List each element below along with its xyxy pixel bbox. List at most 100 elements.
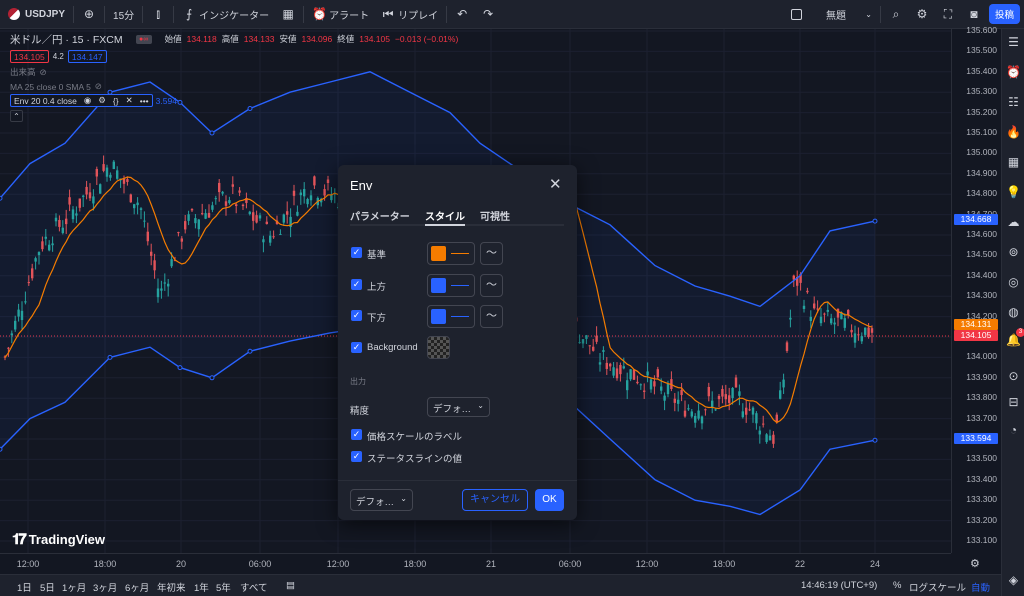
upper-color-swatch[interactable] [427, 274, 475, 297]
help-icon[interactable]: ⊙ [1006, 369, 1021, 384]
replay-button[interactable]: ⏮ リプレイ [375, 0, 444, 29]
replay-label: リプレイ [398, 10, 439, 22]
price-tick-label: 134.500 [966, 249, 997, 260]
compare-button[interactable]: ⊕ [76, 0, 102, 29]
upper-line-style-button[interactable]: 〜 [480, 274, 503, 297]
divider [104, 5, 106, 23]
range-button[interactable]: 1ヶ月 [62, 580, 86, 594]
log-scale-toggle[interactable]: ログスケール [909, 580, 966, 594]
close-icon[interactable]: ✕ [549, 175, 562, 193]
ma-row[interactable]: MA 25 close 0 SMA 5 ⊘ [10, 81, 458, 92]
source-code-icon[interactable]: {} [113, 96, 119, 106]
cancel-button[interactable]: キャンセル [462, 489, 528, 511]
lower-line-style-button[interactable]: 〜 [480, 305, 503, 328]
calendar-icon[interactable]: ▦ [1006, 155, 1021, 170]
range-button[interactable]: すべて [240, 580, 267, 594]
volume-row[interactable]: 出来高 ⊘ [10, 66, 458, 78]
base-color-swatch[interactable] [427, 242, 475, 265]
collapse-legend-button[interactable]: ⌃ [10, 110, 23, 122]
price-scale[interactable]: 135.600 135.500 135.400 135.300 135.200 135.1… [951, 25, 1001, 553]
streams-icon[interactable]: ◎ [1006, 275, 1021, 290]
dialog-title: Env [350, 178, 373, 193]
layers-icon[interactable]: ◈ [1006, 573, 1021, 588]
price-tick-label: 135.300 [966, 86, 997, 97]
band-point [0, 446, 3, 452]
undo-button[interactable]: ↶ [449, 0, 475, 29]
chats-icon[interactable]: ☁ [1006, 215, 1021, 230]
templates-button[interactable]: ▦ [275, 0, 301, 29]
settings-icon[interactable]: ⚙ [98, 95, 106, 106]
price-tick-label: 133.400 [966, 473, 997, 484]
ideas-icon[interactable]: 💡 [1006, 185, 1021, 200]
ok-button[interactable]: OK [535, 489, 564, 511]
price-tick-label: 134.800 [966, 188, 997, 199]
range-button[interactable]: 3ヶ月 [93, 580, 117, 594]
date-range-icon[interactable]: ▤ [286, 580, 295, 591]
bid-button[interactable]: 134.105 [10, 50, 49, 63]
alert-button[interactable]: ⏰ アラート [306, 0, 375, 29]
checkbox-upper[interactable]: ✓ [351, 279, 362, 290]
checkbox-status-line[interactable]: ✓ [351, 451, 362, 462]
range-button[interactable]: 1日 [17, 580, 32, 594]
interval-button[interactable]: 15分 [107, 0, 140, 29]
fullscreen-button[interactable]: ⛶ [935, 0, 961, 29]
precision-select[interactable]: デフォ… ⌄ [427, 397, 490, 417]
indicators-button[interactable]: ⨍ インジケーター [176, 0, 275, 29]
layout-name-button[interactable]: 無題 ⌄ [820, 0, 878, 29]
layout-toggle-button[interactable] [785, 0, 808, 29]
ask-button[interactable]: 134.147 [67, 50, 107, 63]
tab-visibility[interactable]: 可視性 [480, 208, 510, 223]
base-line-style-button[interactable]: 〜 [480, 242, 503, 265]
undo-icon: ↶ [457, 7, 468, 21]
eye-off-icon[interactable]: ⊘ [95, 81, 102, 92]
checkbox-lower[interactable]: ✓ [351, 310, 362, 321]
replay-side-icon[interactable]: ◔ [1006, 423, 1021, 438]
checkbox-background[interactable]: ✓ [351, 342, 362, 353]
close-icon[interactable]: ✕ [126, 95, 133, 106]
clock-display[interactable]: 14:46:19 (UTC+9) [801, 580, 877, 591]
chart-type-button[interactable]: ⫾ [145, 0, 171, 29]
auto-scale-toggle[interactable]: 自動 [971, 580, 990, 594]
time-tick-label: 12:00 [326, 559, 350, 569]
tab-parameters[interactable]: パラメーター [350, 208, 410, 223]
time-tick-label: 12:00 [635, 559, 659, 569]
settings-button[interactable]: ⚙ [909, 0, 935, 29]
lower-color-swatch[interactable] [427, 305, 475, 328]
lower-band-tag: 133.594 [954, 433, 998, 444]
chart-side-icon[interactable]: ⊟ [1006, 395, 1021, 410]
checkbox-price-scale-label[interactable]: ✓ [351, 429, 362, 440]
symbol-search[interactable]: USDJPY [0, 0, 71, 29]
pine-editor-icon[interactable]: ⊚ [1006, 245, 1021, 260]
range-button[interactable]: 1年 [194, 580, 209, 594]
range-button[interactable]: 5年 [216, 580, 231, 594]
env-row[interactable]: Env 20 0.4 close ◉ ⚙ {} ✕ ••• 3.594 [10, 94, 458, 107]
watchlist-icon[interactable]: ☰ [1006, 35, 1021, 50]
env-legend-box[interactable]: Env 20 0.4 close ◉ ⚙ {} ✕ ••• [10, 94, 153, 107]
price-tick-label: 134.900 [966, 167, 997, 178]
symbol-title[interactable]: 米ドル／円 · 15 · FXCM [10, 32, 123, 47]
percent-toggle[interactable]: % [893, 580, 901, 591]
candles-icon: ⫾ [156, 7, 161, 21]
eye-off-icon[interactable]: ⊘ [40, 67, 47, 78]
time-axis[interactable]: 12:00 18:00 20 06:00 12:00 18:00 21 06:00 12:00 1… [0, 553, 980, 574]
price-tick-label: 133.700 [966, 412, 997, 423]
broadcast-icon[interactable]: ◍ [1006, 305, 1021, 320]
redo-button[interactable]: ↷ [475, 0, 501, 29]
price-tick-label: 133.500 [966, 453, 997, 464]
alerts-icon[interactable]: ⏰ [1006, 65, 1021, 80]
axis-settings-icon[interactable]: ⚙ [970, 557, 980, 570]
data-window-icon[interactable]: ☷ [1006, 95, 1021, 110]
color-chip [431, 309, 446, 324]
more-icon[interactable]: ••• [140, 96, 149, 106]
range-button[interactable]: 6ヶ月 [125, 580, 149, 594]
range-button[interactable]: 年初来 [157, 580, 186, 594]
defaults-dropdown[interactable]: デフォ… ⌄ [350, 489, 413, 511]
range-button[interactable]: 5日 [40, 580, 55, 594]
row-label-lower: 下方 [367, 313, 387, 324]
tab-style[interactable]: スタイル [425, 208, 465, 223]
checkbox-base[interactable]: ✓ [351, 247, 362, 258]
hotlists-icon[interactable]: 🔥 [1006, 125, 1021, 140]
eye-icon[interactable]: ◉ [84, 95, 91, 106]
search-button[interactable]: ⌕ [883, 0, 909, 29]
background-color-swatch[interactable] [427, 336, 450, 359]
